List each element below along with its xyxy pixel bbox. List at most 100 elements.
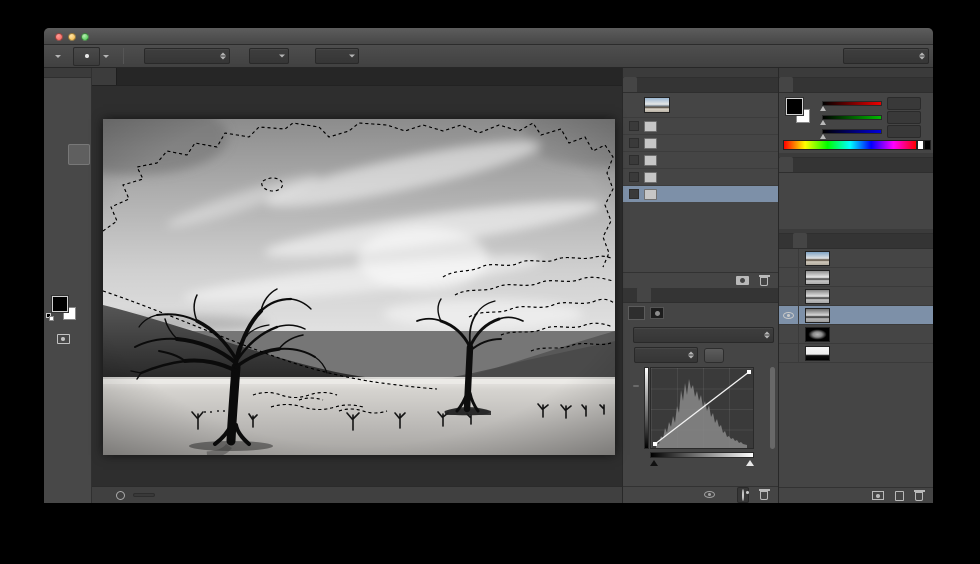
- visibility-toggle[interactable]: [779, 249, 799, 267]
- tab-paths[interactable]: [807, 233, 821, 248]
- history-state-row[interactable]: [623, 134, 778, 151]
- shape-tool[interactable]: [68, 249, 90, 270]
- curves-grid[interactable]: [650, 367, 754, 449]
- dodge-tool[interactable]: [68, 207, 90, 228]
- canvas-image[interactable]: #ants path{fill:none;stroke:#000;stroke-…: [44, 99, 673, 459]
- tab-color[interactable]: [779, 77, 793, 92]
- quick-selection-tool[interactable]: [68, 102, 90, 123]
- tab-channels[interactable]: [793, 233, 807, 248]
- visibility-toggle[interactable]: [779, 287, 799, 305]
- visibility-toggle[interactable]: [779, 344, 799, 362]
- history-snapshot-row[interactable]: [623, 93, 778, 117]
- opacity-select[interactable]: [249, 48, 289, 64]
- new-snapshot-camera-icon[interactable]: [736, 276, 749, 285]
- history-brush-tool[interactable]: [68, 165, 90, 186]
- minimize-window-button[interactable]: [68, 33, 76, 41]
- toggle-visibility-button[interactable]: [737, 486, 749, 503]
- tab-info[interactable]: [665, 77, 679, 92]
- history-source-checkbox[interactable]: [629, 121, 639, 131]
- tab-histogram[interactable]: [651, 77, 665, 92]
- channel-row-blue-selected[interactable]: [779, 306, 933, 325]
- blur-tool[interactable]: [46, 207, 68, 228]
- history-source-checkbox[interactable]: [629, 189, 639, 199]
- marquee-tool[interactable]: [46, 81, 68, 102]
- tab-swatches[interactable]: [793, 77, 807, 92]
- layer-mask-icon[interactable]: [650, 307, 664, 319]
- history-state-row-selected[interactable]: [623, 185, 778, 202]
- blend-mode-select[interactable]: [144, 48, 230, 64]
- visibility-toggle[interactable]: [779, 306, 799, 324]
- zoom-tool[interactable]: [68, 270, 90, 291]
- delete-channel-trash-icon[interactable]: [913, 490, 925, 501]
- tab-navigator[interactable]: [623, 287, 637, 302]
- blue-value-field[interactable]: [887, 124, 921, 138]
- foreground-color-swatch[interactable]: [52, 296, 68, 312]
- type-tool[interactable]: [68, 228, 90, 249]
- channel-row-green[interactable]: [779, 287, 933, 306]
- eyedropper-tool[interactable]: [68, 123, 90, 144]
- doc-size-info[interactable]: [133, 493, 155, 497]
- edit-points-icon[interactable]: [633, 385, 639, 387]
- eraser-tool[interactable]: [46, 186, 68, 207]
- pen-tool[interactable]: [46, 228, 68, 249]
- crop-tool[interactable]: [46, 123, 68, 144]
- close-window-button[interactable]: [55, 33, 63, 41]
- brush-preset-picker[interactable]: [73, 46, 100, 66]
- channel-row-red[interactable]: [779, 268, 933, 287]
- tab-styles[interactable]: [793, 157, 807, 172]
- gradient-tool[interactable]: [68, 186, 90, 207]
- channel-select[interactable]: [634, 347, 698, 363]
- brush-tool[interactable]: [67, 144, 90, 165]
- black-ramp-swatch[interactable]: [924, 140, 931, 150]
- channel-row-sky-feathered[interactable]: [779, 344, 933, 363]
- brush-picker-caret[interactable]: [103, 54, 109, 58]
- document-tab[interactable]: [92, 68, 117, 85]
- healing-brush-tool[interactable]: [46, 144, 68, 165]
- tab-adjustments[interactable]: [779, 157, 793, 172]
- tab-layers[interactable]: [779, 233, 793, 248]
- color-spectrum-ramp[interactable]: [783, 140, 917, 150]
- white-ramp-swatch[interactable]: [917, 140, 924, 150]
- tab-history[interactable]: [623, 77, 637, 92]
- tool-preset-caret[interactable]: [55, 54, 61, 58]
- green-value-field[interactable]: [887, 110, 921, 124]
- auto-button[interactable]: [704, 347, 724, 363]
- move-tool[interactable]: [68, 81, 90, 102]
- blue-slider[interactable]: [820, 128, 882, 139]
- properties-scrollbar[interactable]: [770, 367, 775, 449]
- red-slider[interactable]: [820, 100, 882, 111]
- red-value-field[interactable]: [887, 96, 921, 110]
- history-source-checkbox[interactable]: [629, 138, 639, 148]
- new-channel-icon[interactable]: [895, 490, 904, 501]
- history-source-checkbox[interactable]: [629, 155, 639, 165]
- green-slider[interactable]: [820, 114, 882, 125]
- black-input-slider[interactable]: [650, 460, 658, 466]
- save-selection-as-channel-icon[interactable]: [872, 491, 884, 500]
- clone-stamp-tool[interactable]: [46, 165, 68, 186]
- tab-actions[interactable]: [637, 77, 651, 92]
- view-previous-state-icon[interactable]: [704, 491, 715, 498]
- title-bar[interactable]: [44, 28, 933, 45]
- preset-select[interactable]: [633, 327, 774, 343]
- path-selection-tool[interactable]: [46, 249, 68, 270]
- canvas-pasteboard[interactable]: #ants path{fill:none;stroke:#000;stroke-…: [44, 86, 673, 486]
- quick-mask-button[interactable]: [56, 334, 70, 344]
- hand-tool[interactable]: [46, 270, 68, 291]
- visibility-toggle[interactable]: [779, 268, 799, 286]
- history-state-row[interactable]: [623, 151, 778, 168]
- workspace-select[interactable]: [843, 48, 929, 64]
- channel-row-rgb[interactable]: [779, 249, 933, 268]
- tab-properties[interactable]: [637, 287, 651, 302]
- history-source-checkbox[interactable]: [629, 172, 639, 182]
- white-input-slider[interactable]: [746, 460, 754, 466]
- zoom-window-button[interactable]: [81, 33, 89, 41]
- visibility-toggle[interactable]: [779, 325, 799, 343]
- channel-row-vignette-mask[interactable]: [779, 325, 933, 344]
- delete-adjustment-trash-icon[interactable]: [758, 489, 770, 500]
- history-state-row[interactable]: [623, 117, 778, 134]
- delete-state-trash-icon[interactable]: [758, 275, 770, 286]
- tools-collapse[interactable]: [44, 68, 91, 78]
- lasso-tool[interactable]: [46, 102, 68, 123]
- flow-select[interactable]: [315, 48, 359, 64]
- history-state-row[interactable]: [623, 168, 778, 185]
